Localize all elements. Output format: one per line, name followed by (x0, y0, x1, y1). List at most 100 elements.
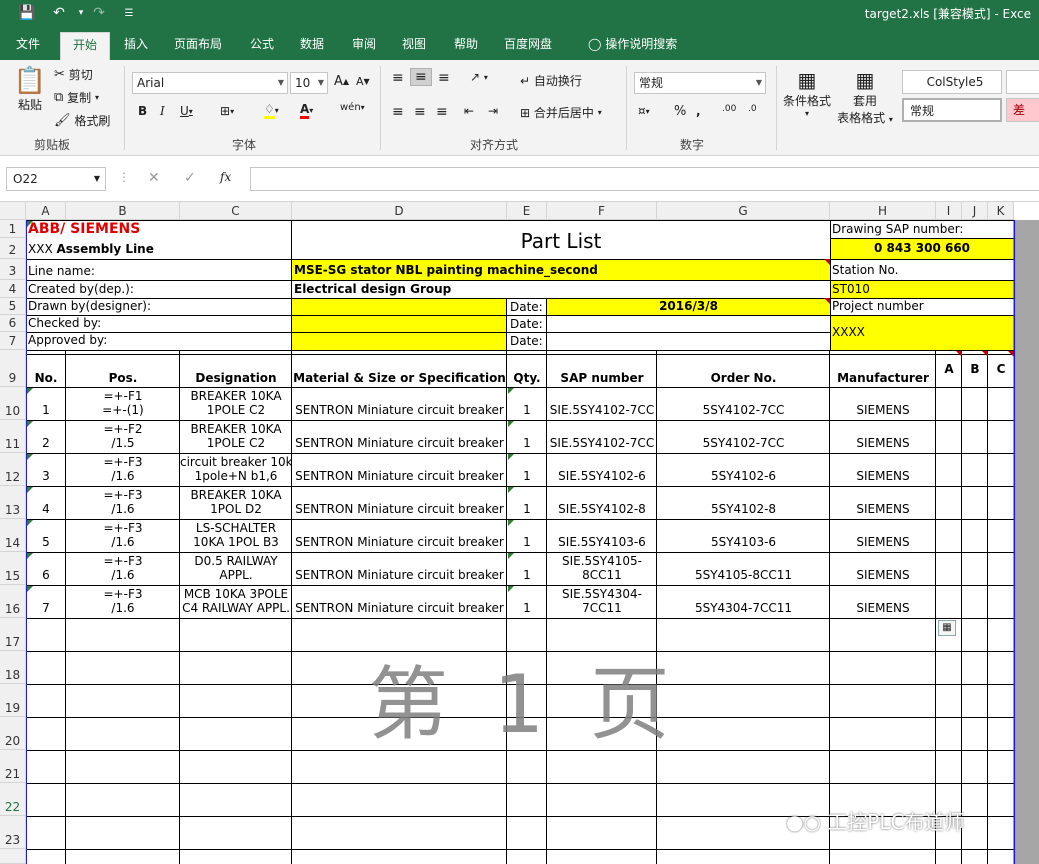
cell-no[interactable]: 3 (26, 469, 66, 483)
row-header[interactable]: 1 (0, 220, 26, 238)
cell-pos-line1[interactable]: =+-F1 (66, 389, 180, 403)
cell-order-no[interactable]: 5SY4102-6 (657, 469, 830, 483)
format-painter-button[interactable]: 🖌 格式刷 (54, 112, 110, 129)
formula-input[interactable] (250, 167, 1039, 191)
column-header-g[interactable]: G (657, 202, 830, 220)
column-header-j[interactable]: J (962, 202, 988, 220)
tab-view[interactable]: 视图 (390, 32, 438, 60)
drawn-by-label[interactable]: Drawn by(designer): (28, 299, 151, 313)
cell-manufacturer[interactable]: SIEMENS (830, 568, 936, 582)
fill-color-icon[interactable]: ♢ ▾ (264, 102, 279, 119)
cell-pos-line1[interactable]: =+-F3 (66, 587, 180, 601)
cell-sap-line1[interactable]: SIE.5SY4105- (547, 554, 657, 568)
style-colstyle5[interactable]: ColStyle5 (902, 70, 1002, 94)
cell-material[interactable]: SENTRON Miniature circuit breaker (292, 601, 507, 615)
orientation-icon[interactable]: ↗ ▾ (470, 70, 488, 84)
cell-pos-line2[interactable]: /1.6 (66, 568, 180, 582)
cell-designation-line2[interactable]: 1POL D2 (180, 502, 292, 516)
column-header-e[interactable]: E (507, 202, 547, 220)
column-header-i[interactable]: I (936, 202, 962, 220)
row-header[interactable]: 23 (0, 816, 26, 849)
bold-button[interactable]: B (138, 104, 147, 118)
table-header-material[interactable]: Material & Size or Specification (292, 371, 507, 385)
row-header[interactable] (0, 849, 26, 864)
redo-icon[interactable]: ↷ (88, 3, 110, 23)
cell-qty[interactable]: 1 (507, 436, 547, 450)
cell-pos-line2[interactable]: /1.6 (66, 502, 180, 516)
decrease-decimal-icon[interactable]: .0 (748, 104, 757, 114)
column-header-k[interactable]: K (988, 202, 1014, 220)
cell-no[interactable]: 7 (26, 601, 66, 615)
increase-indent-icon[interactable]: ⇥ (488, 104, 498, 118)
cell-manufacturer[interactable]: SIEMENS (830, 502, 936, 516)
cell-material[interactable]: SENTRON Miniature circuit breaker (292, 502, 507, 516)
select-all-corner[interactable] (0, 202, 26, 220)
italic-button[interactable]: I (160, 104, 165, 118)
enter-icon[interactable]: ✓ (184, 170, 196, 186)
font-size-combo[interactable]: 10 ▼ (290, 72, 328, 94)
cell-material[interactable]: SENTRON Miniature circuit breaker (292, 469, 507, 483)
cell-order-no[interactable]: 5SY4102-7CC (657, 403, 830, 417)
row-header[interactable]: 3 (0, 259, 26, 280)
date-value[interactable]: 2016/3/8 (547, 299, 830, 313)
row-header[interactable]: 9 (0, 350, 26, 387)
row-header[interactable]: 21 (0, 750, 26, 783)
cell-qty[interactable]: 1 (507, 403, 547, 417)
cell-designation-line1[interactable]: D0.5 RAILWAY (180, 554, 292, 568)
decrease-font-icon[interactable]: A ▼ (356, 75, 370, 88)
align-right-icon[interactable]: ≡ (436, 104, 448, 120)
cell-pos-line2[interactable]: /1.6 (66, 601, 180, 615)
cell-sap-line2[interactable]: SIE.5SY4102-7CC (547, 403, 657, 417)
cell-no[interactable]: 4 (26, 502, 66, 516)
cell-order-no[interactable]: 5SY4102-8 (657, 502, 830, 516)
cancel-icon[interactable]: ✕ (148, 170, 160, 186)
cell-manufacturer[interactable]: SIEMENS (830, 469, 936, 483)
cell-pos-line2[interactable]: /1.5 (66, 436, 180, 450)
underline-button[interactable]: U ▾ (180, 104, 193, 118)
cell-manufacturer[interactable]: SIEMENS (830, 535, 936, 549)
cell-material[interactable]: SENTRON Miniature circuit breaker (292, 436, 507, 450)
cell-order-no[interactable]: 5SY4102-7CC (657, 436, 830, 450)
decrease-indent-icon[interactable]: ⇤ (464, 104, 474, 118)
cell-pos-line2[interactable]: /1.6 (66, 535, 180, 549)
cell-designation-line1[interactable]: circuit breaker 10ka (180, 455, 292, 469)
cell-order-no[interactable]: 5SY4103-6 (657, 535, 830, 549)
row-header[interactable]: 20 (0, 717, 26, 750)
comma-icon[interactable]: , (696, 104, 701, 118)
column-header-a[interactable]: A (26, 202, 66, 220)
name-box[interactable]: O22 ▼ (6, 167, 106, 191)
cell-no[interactable]: 1 (26, 403, 66, 417)
cell-designation-line1[interactable]: MCB 10KA 3POLE (180, 587, 292, 601)
cell-pos-line1[interactable]: =+-F3 (66, 521, 180, 535)
table-header-pos[interactable]: Pos. (66, 371, 180, 385)
cell-sap-line2[interactable]: SIE.5SY4103-6 (547, 535, 657, 549)
row-header[interactable]: 19 (0, 684, 26, 717)
paste-options-icon[interactable]: ▦ (938, 620, 956, 636)
cell-no[interactable]: 2 (26, 436, 66, 450)
cell-designation-line2[interactable]: 10KA 1POL B3 (180, 535, 292, 549)
cell-sap-line2[interactable]: SIE.5SY4102-6 (547, 469, 657, 483)
cell-qty[interactable]: 1 (507, 469, 547, 483)
font-name-combo[interactable]: Arial ▼ (132, 72, 288, 94)
percent-icon[interactable]: % (674, 104, 686, 119)
line-name-label[interactable]: Line name: (28, 264, 95, 278)
tab-data[interactable]: 数据 (288, 32, 336, 60)
row-header[interactable]: 4 (0, 280, 26, 298)
line-name-value[interactable]: MSE-SG stator NBL painting machine_secon… (294, 263, 598, 277)
number-format-combo[interactable]: 常规 ▼ (634, 72, 766, 94)
cell-designation-line2[interactable]: 1POLE C2 (180, 403, 292, 417)
row-header[interactable]: 2 (0, 238, 26, 259)
cell-no[interactable]: 5 (26, 535, 66, 549)
currency-icon[interactable]: ¤ ▾ (638, 104, 650, 118)
drawing-sap-label[interactable]: Drawing SAP number: (832, 222, 963, 236)
undo-icon[interactable]: ↶ (48, 3, 70, 23)
tell-me-search[interactable]: ◯ 操作说明搜索 (576, 32, 689, 60)
date-label[interactable]: Date: (510, 300, 543, 314)
cell-manufacturer[interactable]: SIEMENS (830, 601, 936, 615)
tab-review[interactable]: 审阅 (340, 32, 388, 60)
style-next[interactable] (1006, 70, 1039, 94)
cell-sap-line2[interactable]: SIE.5SY4102-8 (547, 502, 657, 516)
column-header-h[interactable]: H (830, 202, 936, 220)
station-label[interactable]: Station No. (832, 263, 898, 277)
wrap-text-button[interactable]: ↵ 自动换行 (520, 72, 582, 89)
